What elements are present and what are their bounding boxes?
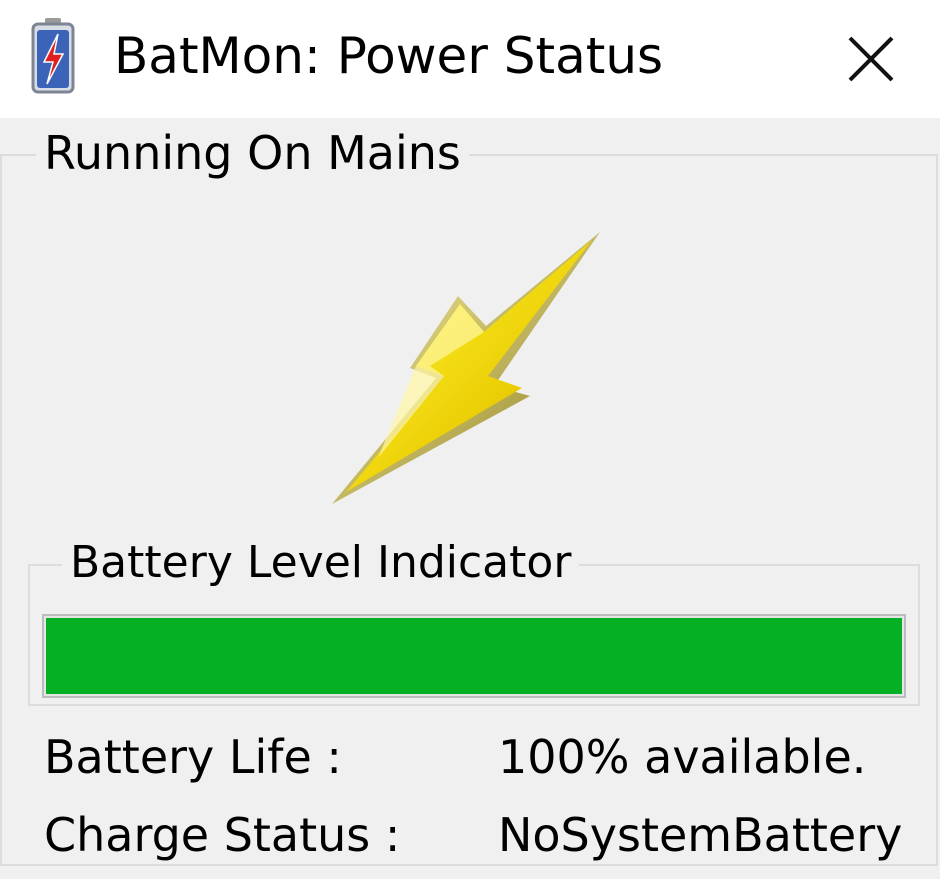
window-title: BatMon: Power Status: [114, 27, 664, 85]
power-status-legend: Running On Mains: [36, 123, 469, 183]
battery-level-fill: [46, 618, 902, 694]
battery-level-progress-bar: [42, 614, 906, 698]
title-bar[interactable]: BatMon: Power Status: [0, 0, 940, 118]
battery-icon: [31, 18, 75, 94]
close-button[interactable]: [826, 16, 916, 102]
battery-life-value: 100% available.: [498, 730, 867, 784]
battery-life-label: Battery Life :: [44, 730, 342, 784]
batmon-window: BatMon: Power Status Running On Mains Ba…: [0, 0, 940, 879]
charge-status-value: NoSystemBattery: [498, 808, 903, 862]
battery-level-legend: Battery Level Indicator: [62, 533, 580, 593]
lightning-bolt-icon: [332, 232, 600, 504]
close-icon: [848, 36, 894, 82]
charge-status-label: Charge Status :: [44, 808, 401, 862]
